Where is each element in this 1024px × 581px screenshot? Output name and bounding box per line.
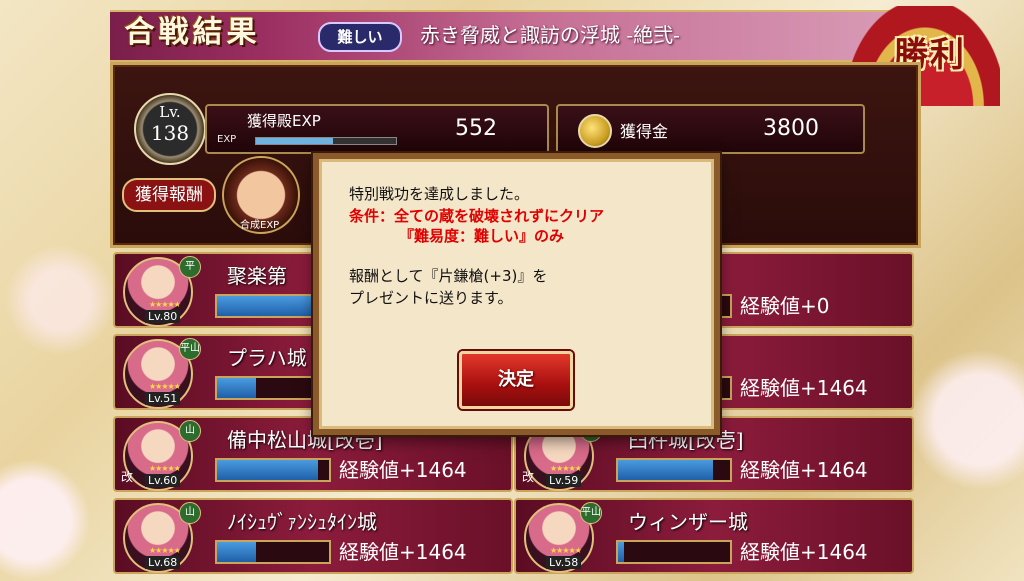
unit-exp-bar-fill xyxy=(217,378,257,398)
terrain-badge: 山 xyxy=(179,420,201,442)
unit-exp-bar xyxy=(215,540,331,564)
dialog-message: 特別戦功を達成しました。 xyxy=(349,185,530,203)
rarity-stars-icon: ★★★★★ xyxy=(149,464,181,473)
unit-exp-bar-fill xyxy=(217,296,313,316)
kai-mark: 改 xyxy=(121,470,134,484)
unit-card[interactable]: ★★★★★ 山 Lv.68 ﾉｲｼｭｳﾞｧﾝｼｭﾀｲﾝ城 経験値+1464 xyxy=(113,498,513,574)
special-achievement-dialog: 特別戦功を達成しました。 条件：全ての蔵を破壊されずにクリア 『難易度：難しい』… xyxy=(313,153,720,435)
reward-label: 獲得報酬 xyxy=(122,178,216,212)
unit-level: Lv.80 xyxy=(145,310,181,323)
unit-level: Lv.60 xyxy=(145,474,181,487)
unit-exp-bar xyxy=(215,458,331,482)
unit-name: プラハ城 xyxy=(227,346,307,370)
unit-exp-bar-fill xyxy=(618,460,714,480)
terrain-badge: 平 xyxy=(179,256,201,278)
rarity-stars-icon: ★★★★★ xyxy=(550,464,582,473)
gold-value: 3800 xyxy=(763,116,819,141)
gold-label: 獲得金 xyxy=(620,122,669,141)
stage-title: 赤き脅威と諏訪の浮城 -絶弐- xyxy=(420,23,680,47)
unit-exp-bar xyxy=(616,540,732,564)
exp-mini-label: EXP xyxy=(217,134,237,145)
terrain-badge: 平山 xyxy=(580,502,602,524)
unit-exp-bar-fill xyxy=(217,460,318,480)
dialog-condition: 条件：全ての蔵を破壊されずにクリア xyxy=(349,207,605,225)
unit-exp-bar-fill xyxy=(217,542,257,562)
level-value: 138 xyxy=(150,121,190,145)
difficulty-badge: 難しい xyxy=(318,22,402,52)
unit-exp-bar-fill xyxy=(618,542,624,562)
terrain-badge: 山 xyxy=(179,502,201,524)
rarity-stars-icon: ★★★★★ xyxy=(149,382,181,391)
lord-exp-label: 獲得殿EXP xyxy=(247,112,321,130)
unit-name: 聚楽第 xyxy=(227,264,287,288)
confirm-button[interactable]: 決定 xyxy=(459,351,573,409)
level-label: Lv. xyxy=(159,103,181,121)
unit-level: Lv.58 xyxy=(546,556,582,569)
unit-name: ウィンザー城 xyxy=(628,510,748,534)
unit-card[interactable]: ★★★★★ 平山 Lv.58 ウィンザー城 経験値+1464 xyxy=(514,498,914,574)
dialog-reward-destination: プレゼントに送ります。 xyxy=(349,289,513,307)
reward-item-caption: 合成EXP xyxy=(240,220,280,231)
unit-exp-gain: 経験値+1464 xyxy=(339,458,467,482)
gold-box: 獲得金 3800 xyxy=(556,104,865,154)
kai-mark: 改 xyxy=(522,470,535,484)
unit-exp-bar xyxy=(616,458,732,482)
terrain-badge: 平山 xyxy=(179,338,201,360)
unit-exp-gain: 経験値+1464 xyxy=(339,540,467,564)
unit-level: Lv.68 xyxy=(145,556,181,569)
rarity-stars-icon: ★★★★★ xyxy=(550,546,582,555)
player-level-badge: Lv. 138 xyxy=(134,93,206,165)
lord-exp-progress-fill xyxy=(256,138,333,144)
rarity-stars-icon: ★★★★★ xyxy=(149,300,181,309)
unit-level: Lv.59 xyxy=(546,474,582,487)
unit-level: Lv.51 xyxy=(145,392,181,405)
unit-exp-gain: 経験値+1464 xyxy=(740,376,868,400)
unit-exp-gain: 経験値+1464 xyxy=(740,540,868,564)
unit-name: ﾉｲｼｭｳﾞｧﾝｼｭﾀｲﾝ城 xyxy=(227,510,377,534)
dialog-condition-difficulty: 『難易度：難しい』のみ xyxy=(399,227,565,245)
lord-exp-box: 獲得殿EXP EXP 552 xyxy=(205,104,549,154)
gold-coin-icon xyxy=(578,114,612,148)
unit-exp-gain: 経験値+1464 xyxy=(740,458,868,482)
dialog-reward-text: 報酬として『片鎌槍(+3)』を xyxy=(349,267,548,285)
battle-result-title: 合戦結果 xyxy=(124,15,261,50)
unit-exp-gain: 経験値+0 xyxy=(740,294,830,318)
lord-exp-progress xyxy=(255,137,397,145)
rarity-stars-icon: ★★★★★ xyxy=(149,546,181,555)
lord-exp-value: 552 xyxy=(455,116,497,141)
